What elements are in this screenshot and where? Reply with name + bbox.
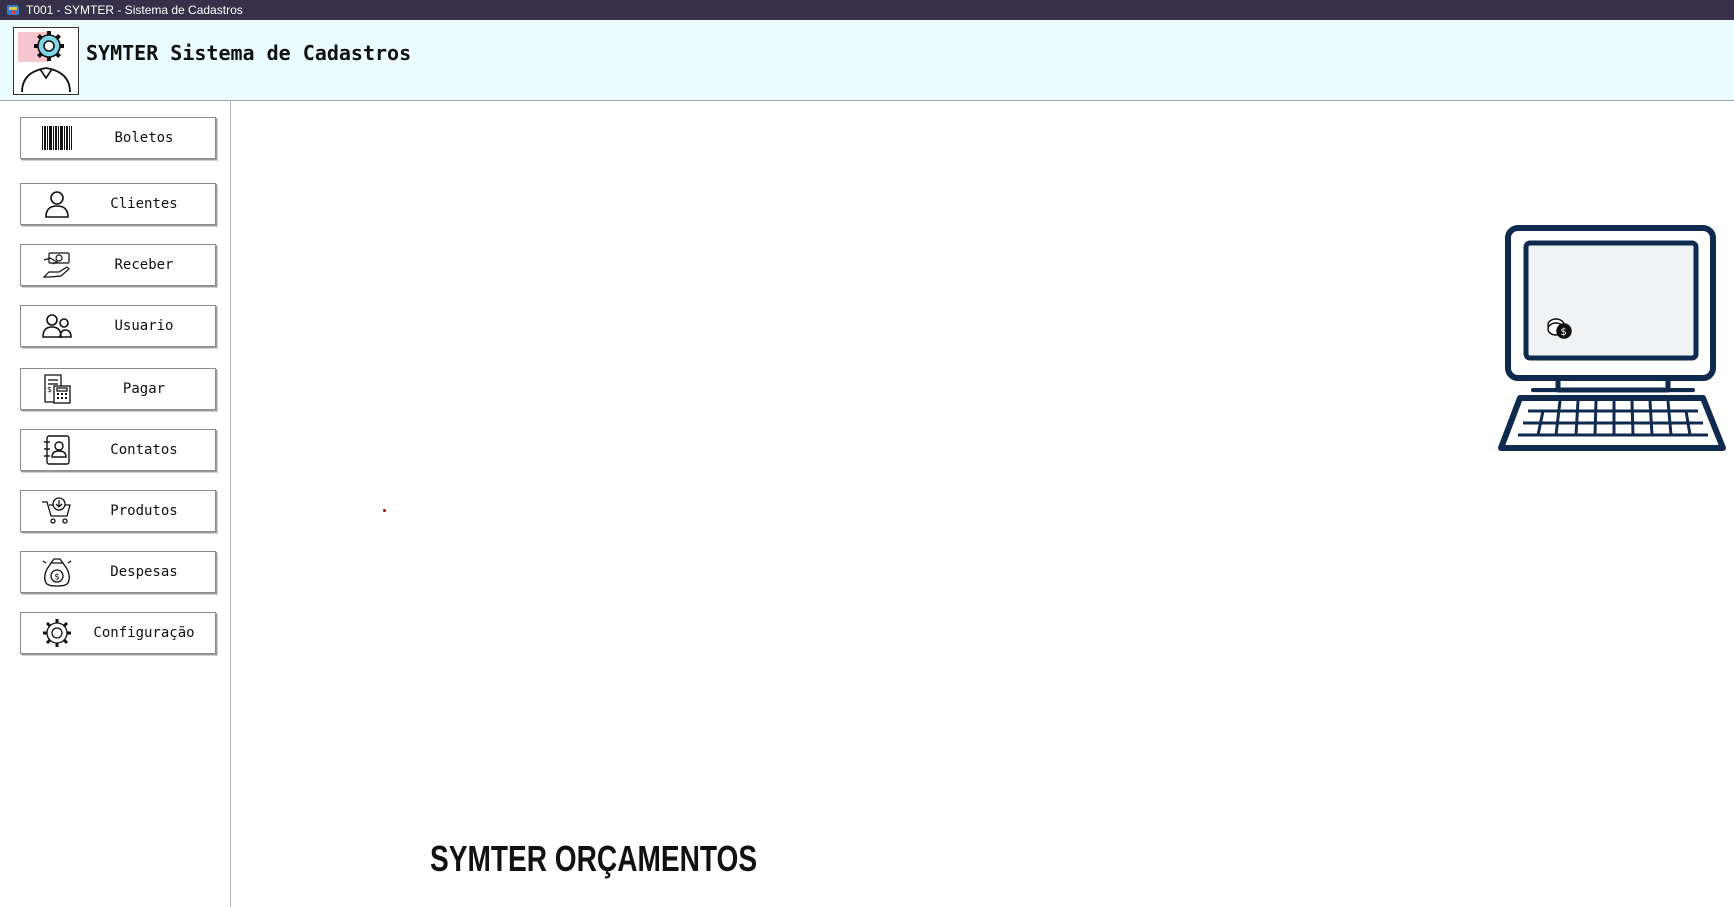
nav-button-label: Contatos — [110, 442, 178, 458]
computer-coins-icon: $ — [1498, 223, 1730, 455]
app-icon — [7, 5, 19, 15]
app-title: SYMTER Sistema de Cadastros — [86, 41, 412, 65]
nav-button-pagar[interactable]: $ Pagar — [20, 368, 216, 410]
nav-button-boletos[interactable]: Boletos — [20, 117, 216, 159]
nav-button-label: Receber — [114, 257, 174, 273]
nav-button-configuracao[interactable]: Configuração — [20, 612, 216, 654]
window-titlebar: T001 - SYMTER - Sistema de Cadastros — [0, 0, 1734, 20]
svg-text:$: $ — [1561, 327, 1567, 338]
calculator-invoice-icon: $ — [41, 374, 73, 404]
nav-button-contatos[interactable]: Contatos — [20, 429, 216, 471]
nav-button-label: Pagar — [122, 381, 166, 397]
nav-button-receber[interactable]: Receber — [20, 244, 216, 286]
nav-button-usuario[interactable]: Usuario — [20, 305, 216, 347]
hand-money-icon — [41, 250, 73, 280]
barcode-icon — [41, 123, 73, 153]
red-dot-marker — [383, 509, 386, 512]
users-icon — [41, 311, 73, 341]
nav-button-label: Usuario — [114, 318, 174, 334]
nav-button-label: Despesas — [110, 564, 178, 580]
nav-button-label: Configuração — [93, 625, 195, 641]
nav-button-label: Boletos — [114, 130, 174, 146]
nav-button-clientes[interactable]: Clientes — [20, 183, 216, 225]
nav-button-produtos[interactable]: Produtos — [20, 490, 216, 532]
nav-button-despesas[interactable]: $ Despesas — [20, 551, 216, 593]
app-header: SYMTER Sistema de Cadastros — [0, 20, 1734, 101]
brand-text: SYMTER ORÇAMENTOS — [430, 838, 758, 879]
gear-icon — [41, 618, 73, 648]
person-icon — [41, 189, 73, 219]
money-bag-icon: $ — [41, 557, 73, 587]
app-logo — [13, 27, 79, 95]
gear-user-icon — [18, 31, 71, 93]
nav-button-label: Clientes — [110, 196, 178, 212]
cart-icon — [41, 496, 73, 526]
svg-text:$: $ — [54, 573, 60, 583]
window-title: T001 - SYMTER - Sistema de Cadastros — [26, 3, 243, 17]
nav-button-label: Produtos — [110, 503, 178, 519]
svg-text:$: $ — [47, 385, 52, 394]
sidebar: Boletos Clientes Receber Usuario $ Pagar… — [0, 101, 231, 907]
contact-book-icon — [41, 435, 73, 465]
